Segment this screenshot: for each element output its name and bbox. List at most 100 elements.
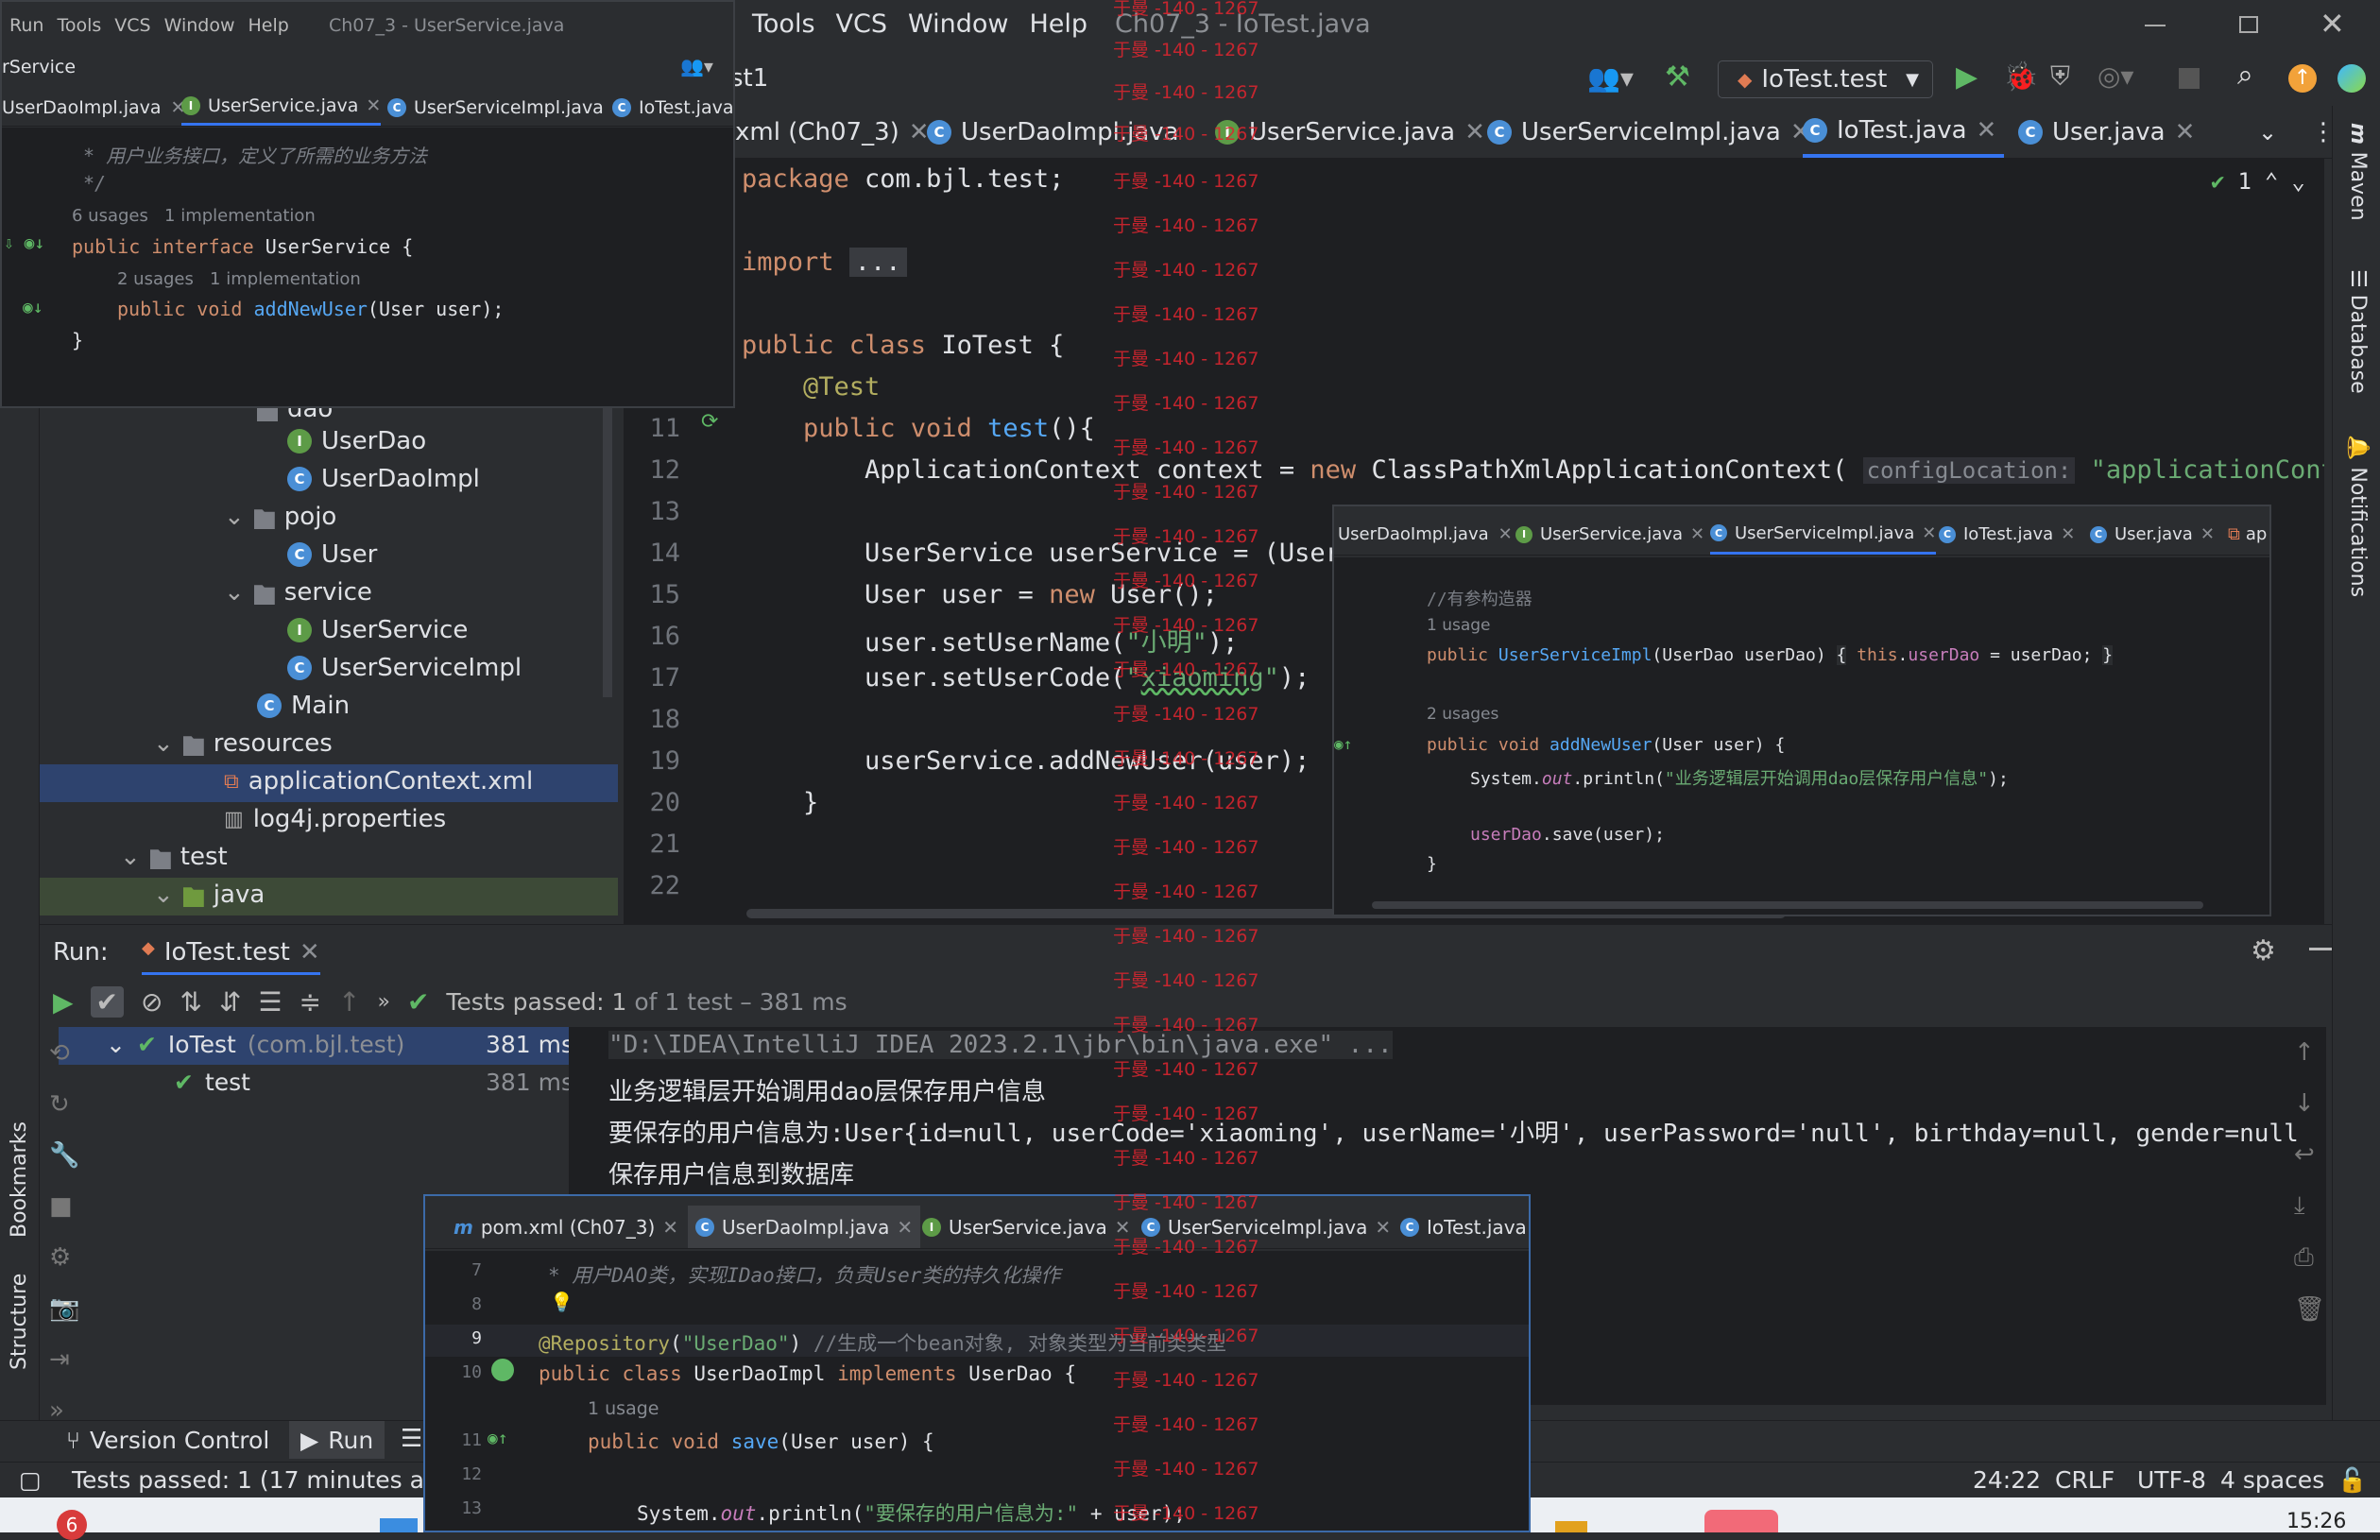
tree-scrollbar[interactable] — [603, 404, 612, 697]
arrow-up-icon[interactable]: ⌃ — [2265, 168, 2278, 195]
override-gutter-icon[interactable]: ◉↑ — [488, 1429, 508, 1448]
prev-failed-icon[interactable]: ↑ — [338, 986, 360, 1018]
run-config-tab[interactable]: ◆ IoTest.test ✕ — [142, 938, 320, 975]
tab-pom-xml[interactable]: xml (Ch07_3) ✕ — [735, 106, 930, 158]
menu-run[interactable]: Run — [9, 15, 43, 36]
tab-iotest[interactable]: C IoTest.java — [612, 89, 733, 126]
usage-hint[interactable]: 1 usage — [588, 1398, 659, 1419]
taskbar-app-icon[interactable] — [1555, 1521, 1587, 1532]
lightbulb-icon[interactable]: 💡 — [550, 1291, 574, 1313]
tab-more-icon[interactable]: ☰ — [401, 1425, 422, 1453]
close-icon[interactable]: ✕ — [897, 1216, 913, 1239]
restore-icon[interactable] — [2239, 16, 2258, 33]
popup-code[interactable]: 7 * 用户DAO类，实现IDao接口，负责User类的持久化操作 8 💡 9 … — [425, 1251, 1529, 1531]
close-icon[interactable]: ✕ — [366, 95, 381, 116]
toggle-autotest-icon[interactable]: ⟲ — [49, 1039, 79, 1068]
tab-user[interactable]: C User.java ✕ — [2018, 106, 2195, 158]
tree-item-pojo[interactable]: ⌄ pojo — [224, 503, 336, 531]
close-icon[interactable]: ✕ — [662, 1216, 678, 1239]
inspection-widget[interactable]: ✔ 1 ⌃ ⌄ — [2211, 168, 2305, 195]
search-icon[interactable]: ⌕ — [2237, 59, 2253, 92]
tree-item-applicationcontext[interactable]: ⧉ applicationContext.xml — [224, 767, 533, 796]
menu-window[interactable]: Window — [908, 9, 1008, 39]
file-encoding[interactable]: UTF-8 — [2137, 1466, 2206, 1494]
popup-code[interactable]: //有参构造器 1 usage public UserServiceImpl(U… — [1334, 557, 2269, 915]
tool-bookmarks[interactable]: Bookmarks — [8, 1121, 31, 1238]
collapse-all-icon[interactable]: ≑ — [300, 986, 321, 1018]
tree-item-resources[interactable]: ⌄ resources — [153, 729, 333, 758]
sort-alpha-icon[interactable]: ⇅ — [180, 986, 201, 1018]
tab-userservice[interactable]: I UserService.java ✕ — [1515, 514, 1704, 555]
tab-userservice[interactable]: I UserService.java ✕ — [922, 1206, 1131, 1248]
close-icon[interactable]: ✕ — [1375, 1216, 1391, 1239]
tab-userserviceimpl[interactable]: CUserServiceImpl.java✕ — [1710, 514, 1937, 555]
menu-vcs[interactable]: VCS — [836, 9, 887, 39]
tab-iotest[interactable]: C IoTest.java ✕ — [1803, 106, 2005, 158]
rerun-failed-icon[interactable]: ↻ — [49, 1090, 79, 1119]
tree-item-userdao[interactable]: I UserDao — [287, 427, 426, 455]
user-icon[interactable]: 👥▾ — [680, 55, 713, 77]
close-icon[interactable]: ✕ — [300, 938, 320, 967]
lock-icon[interactable]: 🔓 — [2337, 1466, 2367, 1495]
tree-item-userdaoimpl[interactable]: C UserDaoImpl — [287, 465, 480, 493]
tool-notifications[interactable]: 🔔 Notifications — [2346, 435, 2370, 597]
caret-position[interactable]: 24:22 — [1973, 1466, 2041, 1494]
close-icon[interactable]: ✕ — [1922, 523, 1936, 543]
scroll-up-icon[interactable]: ↑ — [2294, 1038, 2325, 1067]
bean-gutter-icon[interactable] — [491, 1359, 514, 1381]
tab-userserviceimpl[interactable]: CUserServiceImpl.java✕ — [387, 89, 626, 126]
menu-tools[interactable]: Tools — [57, 15, 101, 36]
usage-hint[interactable]: 2 usages — [1427, 705, 1498, 724]
scroll-down-icon[interactable]: ↓ — [2294, 1089, 2325, 1118]
override-gutter-icon[interactable]: ◉↑ — [1334, 735, 1352, 753]
close-icon[interactable]: ✕ — [2175, 118, 2196, 146]
implemented-gutter-icon[interactable]: ◉↓ — [23, 298, 43, 317]
tab-userserviceimpl[interactable]: CUserServiceImpl.java✕ — [1487, 106, 1811, 158]
menu-help[interactable]: Help — [1029, 9, 1087, 39]
line-separator[interactable]: CRLF — [2055, 1466, 2115, 1494]
settings-gear-icon[interactable]: ⚙ — [2251, 934, 2276, 967]
trash-icon[interactable]: 🗑 — [2294, 1295, 2325, 1324]
project-crumb[interactable]: st1 — [730, 64, 768, 93]
ai-assistant-icon[interactable] — [2337, 64, 2366, 93]
tab-iotest[interactable]: C IoTest.java — [1400, 1206, 1527, 1248]
tree-item-main[interactable]: C Main — [257, 692, 350, 720]
camera-icon[interactable]: 📷 — [49, 1294, 79, 1323]
minimize-panel-icon[interactable] — [2309, 948, 2332, 950]
layout-icon[interactable]: ▢ — [19, 1466, 42, 1494]
expand-all-icon[interactable]: ☰ — [258, 986, 282, 1018]
tree-item-service[interactable]: ⌄ service — [224, 578, 372, 607]
taskbar-app-icon[interactable] — [1704, 1510, 1778, 1532]
menu-window[interactable]: Window — [164, 15, 235, 36]
arrow-down-icon[interactable]: ⌄ — [2291, 168, 2304, 195]
menu-tools[interactable]: Tools — [752, 9, 815, 39]
close-icon[interactable]: ✕ — [2061, 524, 2075, 544]
stop-run-icon[interactable]: ■ — [49, 1192, 79, 1221]
tab-iotest[interactable]: C IoTest.java ✕ — [1939, 514, 2075, 555]
implemented-gutter-icon[interactable]: ⇩ ◉↓ — [4, 233, 44, 253]
run-config-select[interactable]: ◆ IoTest.test ▼ — [1718, 60, 1933, 98]
test-row-test[interactable]: ✔ test — [174, 1069, 250, 1096]
tab-userdaoimpl[interactable]: C UserDaoImpl.java ✕ — [688, 1206, 921, 1248]
close-icon[interactable]: ✕ — [1498, 524, 1513, 544]
usage-hint[interactable]: 1 usage — [1427, 616, 1491, 635]
tool-database[interactable]: ☰ Database — [2346, 269, 2370, 394]
tree-item-userserviceimpl[interactable]: C UserServiceImpl — [287, 654, 522, 682]
indent-setting[interactable]: 4 spaces — [2220, 1466, 2324, 1494]
popup-code[interactable]: * 用户业务接口，定义了所需的业务方法 */ 6 usages 1 implem… — [2, 128, 733, 406]
rerun-icon[interactable]: ▶ — [53, 986, 74, 1018]
tab-version-control[interactable]: ⑂ Version Control — [66, 1427, 269, 1454]
show-passed-icon[interactable]: ✔ — [90, 985, 125, 1018]
debug-settings-icon[interactable]: ⚙ — [49, 1243, 79, 1272]
update-icon[interactable]: ↑ — [2288, 64, 2317, 93]
build-hammer-icon[interactable]: ⚒ — [1665, 60, 1690, 94]
minimize-icon[interactable] — [2145, 25, 2166, 26]
wrench-icon[interactable]: 🔧 — [49, 1141, 79, 1170]
tab-run[interactable]: ▶ Run — [289, 1421, 385, 1459]
close-icon[interactable]: ✕ — [1690, 524, 1704, 544]
tab-userservice[interactable]: I UserService.java ✕ — [181, 89, 382, 126]
close-window-icon[interactable]: ✕ — [2320, 6, 2345, 42]
tab-user[interactable]: C User.java ✕ — [2090, 514, 2215, 555]
run-gutter-icon[interactable]: ⟳ — [701, 410, 718, 434]
print-icon[interactable]: ⎙ — [2294, 1243, 2325, 1273]
